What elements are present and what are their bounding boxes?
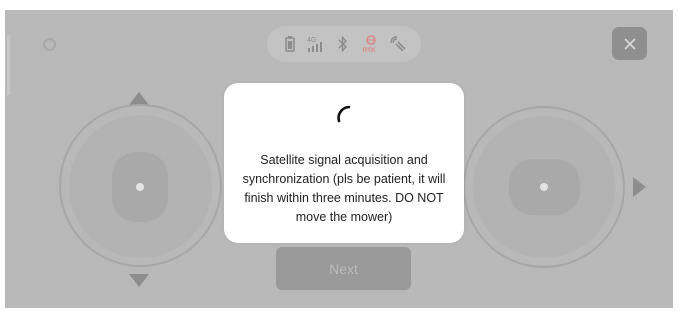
satellite-sync-dialog: Satellite signal acquisition and synchro…	[224, 83, 464, 243]
battery-icon	[285, 26, 295, 62]
left-joystick[interactable]	[59, 89, 225, 289]
joystick-center-dot	[540, 183, 548, 191]
loading-spinner-icon	[337, 105, 351, 123]
satellite-signal-icon	[389, 26, 407, 62]
close-icon	[624, 38, 635, 49]
close-button[interactable]	[612, 27, 647, 60]
joystick-center-dot	[136, 183, 144, 191]
bluetooth-icon	[337, 26, 349, 62]
app-screen: 4G RTK Next Satellite signal acquisition…	[5, 10, 673, 308]
arrow-down-icon	[129, 274, 149, 287]
rtk-label: RTK	[363, 47, 377, 54]
arrow-right-icon	[633, 177, 646, 197]
edge-divider	[7, 35, 10, 95]
network-label: 4G	[307, 37, 316, 44]
cellular-4g-icon: 4G	[307, 26, 325, 62]
right-joystick[interactable]	[463, 106, 653, 268]
indicator-dot	[43, 38, 56, 51]
dialog-message: Satellite signal acquisition and synchro…	[242, 153, 446, 224]
status-bar: 4G RTK	[267, 26, 421, 62]
rtk-icon: RTK	[361, 26, 381, 62]
next-button[interactable]: Next	[276, 247, 411, 290]
